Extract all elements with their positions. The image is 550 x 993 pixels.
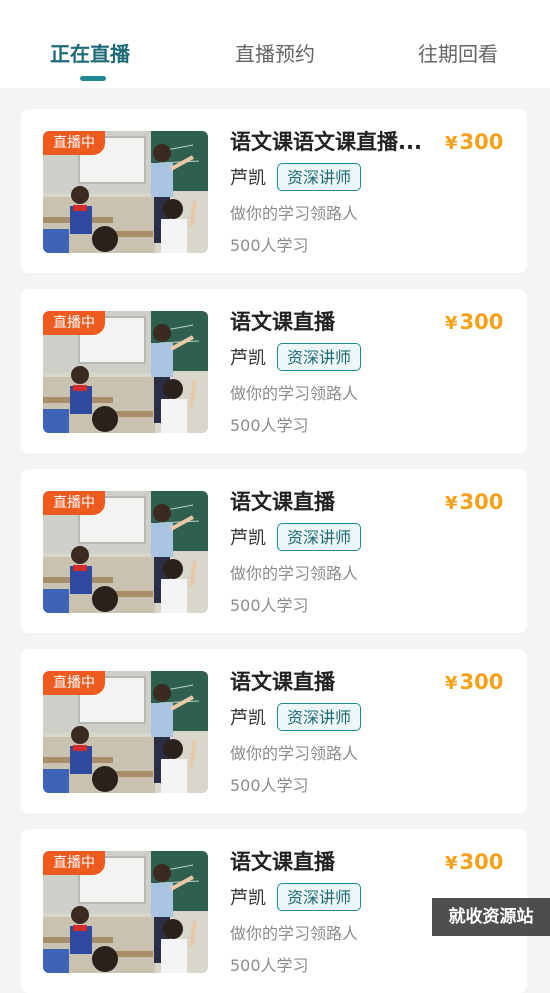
teacher-name: 芦凯 <box>230 888 266 909</box>
course-title: 语文课直播 <box>230 490 335 514</box>
live-badge: 直播中 <box>43 311 105 335</box>
teacher-title-badge: 资深讲师 <box>277 523 361 551</box>
tab-replay[interactable]: 往期回看 <box>418 38 498 70</box>
price-amount: 300 <box>459 310 504 334</box>
course-thumbnail: 直播中 <box>43 311 208 433</box>
course-title: 语文课语文课直播... <box>230 130 422 154</box>
course-price: ¥300 <box>445 666 503 700</box>
course-slogan: 做你的学习领路人 <box>230 384 359 403</box>
active-tab-indicator <box>80 76 106 81</box>
student-count: 500人学习 <box>230 956 309 975</box>
teacher-name: 芦凯 <box>230 708 266 729</box>
course-slogan: 做你的学习领路人 <box>230 204 359 223</box>
currency-symbol: ¥ <box>445 493 458 514</box>
course-title: 语文课直播 <box>230 310 335 334</box>
student-count: 500人学习 <box>230 776 309 795</box>
course-price: ¥300 <box>445 486 503 520</box>
teacher-title-badge: 资深讲师 <box>277 343 361 371</box>
student-count: 500人学习 <box>230 596 309 615</box>
live-badge: 直播中 <box>43 131 105 155</box>
teacher-title-badge: 资深讲师 <box>277 163 361 191</box>
currency-symbol: ¥ <box>445 313 458 334</box>
teacher-title-badge: 资深讲师 <box>277 703 361 731</box>
watermark: 就收资源站 <box>432 898 550 936</box>
price-amount: 300 <box>459 850 504 874</box>
tab-live-booking[interactable]: 直播预约 <box>235 38 315 70</box>
price-amount: 300 <box>459 490 504 514</box>
currency-symbol: ¥ <box>445 673 458 694</box>
course-thumbnail: 直播中 <box>43 851 208 973</box>
course-price: ¥300 <box>445 846 503 880</box>
live-badge: 直播中 <box>43 491 105 515</box>
course-price: ¥300 <box>445 126 503 160</box>
course-card[interactable]: 直播中 语文课直播 ¥300 芦凯 资深讲师 做你的学习领路人 500人学习 <box>21 649 527 813</box>
tab-bar: 正在直播 直播预约 往期回看 <box>0 0 550 88</box>
teacher-name: 芦凯 <box>230 168 266 189</box>
student-count: 500人学习 <box>230 236 309 255</box>
course-card[interactable]: 直播中 语文课直播 ¥300 芦凯 资深讲师 做你的学习领路人 500人学习 <box>21 289 527 453</box>
live-badge: 直播中 <box>43 671 105 695</box>
teacher-title-badge: 资深讲师 <box>277 883 361 911</box>
course-slogan: 做你的学习领路人 <box>230 924 359 943</box>
course-title: 语文课直播 <box>230 670 335 694</box>
price-amount: 300 <box>459 130 504 154</box>
course-thumbnail: 直播中 <box>43 671 208 793</box>
course-thumbnail: 直播中 <box>43 131 208 253</box>
course-slogan: 做你的学习领路人 <box>230 564 359 583</box>
course-slogan: 做你的学习领路人 <box>230 744 359 763</box>
course-card[interactable]: 直播中 语文课语文课直播... ¥300 芦凯 资深讲师 做你的学习领路人 50… <box>21 109 527 273</box>
course-card[interactable]: 直播中 语文课直播 ¥300 芦凯 资深讲师 做你的学习领路人 500人学习 <box>21 469 527 633</box>
student-count: 500人学习 <box>230 416 309 435</box>
live-badge: 直播中 <box>43 851 105 875</box>
teacher-name: 芦凯 <box>230 348 266 369</box>
course-thumbnail: 直播中 <box>43 491 208 613</box>
currency-symbol: ¥ <box>445 133 458 154</box>
currency-symbol: ¥ <box>445 853 458 874</box>
course-price: ¥300 <box>445 306 503 340</box>
price-amount: 300 <box>459 670 504 694</box>
teacher-name: 芦凯 <box>230 528 266 549</box>
course-title: 语文课直播 <box>230 850 335 874</box>
tab-live-now[interactable]: 正在直播 <box>50 38 130 70</box>
